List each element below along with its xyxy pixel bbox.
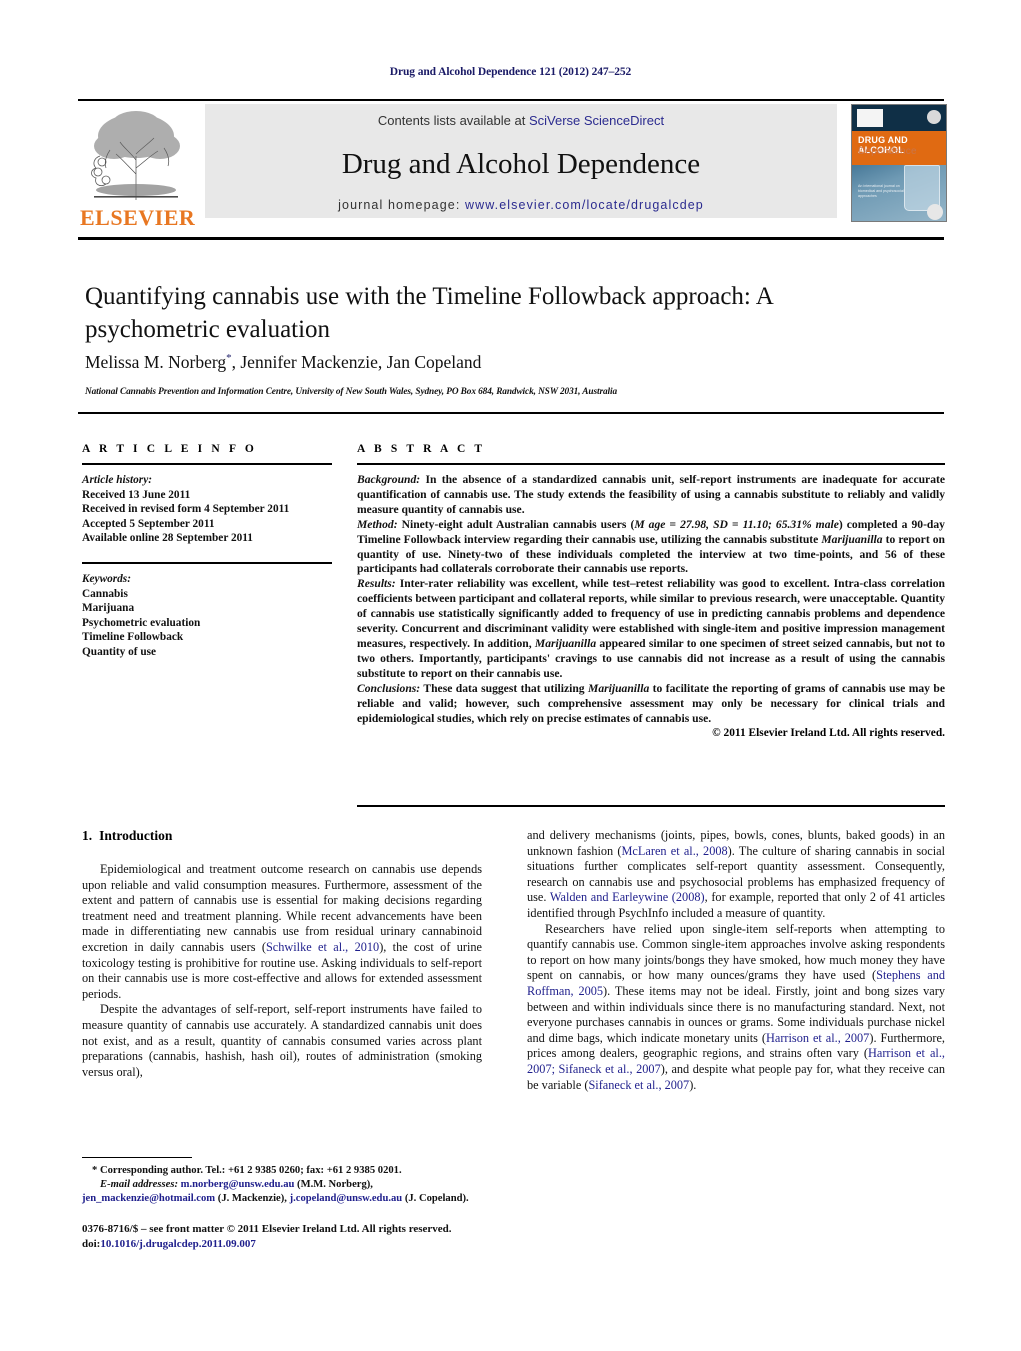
keywords-block: Keywords: Cannabis Marijuana Psychometri…	[82, 572, 332, 660]
email-link-2[interactable]: jen_mackenzie@hotmail.com	[82, 1193, 215, 1204]
keywords-label: Keywords:	[82, 572, 131, 585]
cover-elsevier-icon	[857, 109, 883, 127]
paragraph: Epidemiological and treatment outcome re…	[82, 862, 482, 1002]
paragraph: Researchers have relied upon single-item…	[527, 922, 945, 1094]
author-others: , Jennifer Mackenzie, Jan Copeland	[231, 352, 482, 372]
article-title: Quantifying cannabis use with the Timeli…	[85, 283, 773, 343]
email-link-3[interactable]: j.copeland@unsw.edu.au	[290, 1193, 403, 1204]
abstract-method-brand: Marijuanilla	[821, 532, 883, 546]
keyword-item: Timeline Followback	[82, 631, 184, 644]
cover-subtitle: Dependence	[858, 146, 917, 157]
imprint-line: 0376-8716/$ – see front matter © 2011 El…	[82, 1223, 452, 1235]
cover-bottom-badge-icon	[927, 204, 943, 220]
keywords-rule	[82, 561, 332, 564]
citation-link[interactable]: Sifaneck et al., 2007	[588, 1078, 689, 1092]
journal-cover-thumbnail: DRUG AND ALCOHOL Dependence An internati…	[851, 104, 947, 222]
history-item: Received 13 June 2011	[82, 488, 191, 501]
history-item: Received in revised form 4 September 201…	[82, 503, 290, 516]
doi-line: doi:10.1016/j.drugalcdep.2011.09.007	[82, 1237, 512, 1252]
keyword-item: Marijuana	[82, 602, 135, 615]
email-label: E-mail addresses:	[100, 1179, 178, 1190]
citation-link[interactable]: Schwilke et al., 2010	[266, 940, 379, 954]
history-item: Accepted 5 September 2011	[82, 517, 215, 530]
affiliation: National Cannabis Prevention and Informa…	[85, 387, 618, 397]
article-info-heading: A R T I C L E I N F O	[82, 443, 257, 455]
footnotes-block: * Corresponding author. Tel.: +61 2 9385…	[82, 1164, 482, 1206]
keyword-item: Psychometric evaluation	[82, 616, 201, 629]
email-link-1[interactable]: m.norberg@unsw.edu.au	[181, 1179, 295, 1190]
keyword-item: Cannabis	[82, 587, 128, 600]
citation-link[interactable]: McLaren et al., 2008	[621, 844, 727, 858]
author-corresponding: Melissa M. Norberg	[85, 352, 227, 372]
paragraph: Despite the advantages of self-report, s…	[82, 1002, 482, 1080]
title-bottom-rule	[78, 412, 944, 414]
imprint-block: 0376-8716/$ – see front matter © 2011 El…	[82, 1222, 512, 1251]
article-info-column: A R T I C L E I N F O Article history: R…	[82, 443, 332, 660]
email-note: E-mail addresses: m.norberg@unsw.edu.au …	[82, 1178, 482, 1192]
journal-homepage-link[interactable]: www.elsevier.com/locate/drugalcdep	[465, 198, 704, 212]
abstract-text: Background: In the absence of a standard…	[357, 473, 945, 726]
abstract-bottom-rule	[357, 805, 945, 807]
cover-small-text: An international journal on biomedical a…	[858, 184, 904, 198]
history-item: Available online 28 September 2011	[82, 532, 253, 545]
author-list: Melissa M. Norberg*, Jennifer Mackenzie,…	[85, 352, 885, 373]
abstract-rule	[357, 463, 945, 465]
article-history-label: Article history:	[82, 474, 152, 486]
section-title: Introduction	[99, 828, 173, 843]
doi-link[interactable]: 10.1016/j.drugalcdep.2011.09.007	[100, 1238, 256, 1250]
citation-link[interactable]: Harrison et al., 2007	[766, 1031, 869, 1045]
abstract-results-label: Results:	[357, 577, 396, 591]
abstract-method-text-1: Ninety-eight adult Australian cannabis u…	[397, 517, 635, 531]
paragraph: and delivery mechanisms (joints, pipes, …	[527, 828, 945, 922]
doi-label: doi:	[82, 1237, 101, 1250]
email-note-2: jen_mackenzie@hotmail.com (J. Mackenzie)…	[82, 1192, 482, 1206]
sciencedirect-link[interactable]: SciVerse ScienceDirect	[529, 113, 664, 128]
paragraph-text: Despite the advantages of self-report, s…	[82, 1002, 482, 1079]
email-name-2: (J. Mackenzie),	[215, 1193, 287, 1204]
elsevier-wordmark: ELSEVIER	[80, 205, 196, 230]
abstract-column: A B S T R A C T Background: In the absen…	[357, 443, 945, 739]
abstract-conclusions-brand: Marijuanilla	[588, 681, 650, 695]
abstract-results-brand: Marijuanilla	[534, 636, 597, 650]
email-name-3: (J. Copeland).	[402, 1193, 469, 1204]
journal-article-page: Drug and Alcohol Dependence 121 (2012) 2…	[0, 0, 1021, 1351]
running-head: Drug and Alcohol Dependence 121 (2012) 2…	[389, 66, 632, 78]
journal-homepage-line: journal homepage: www.elsevier.com/locat…	[205, 198, 837, 212]
paragraph-text: ).	[689, 1077, 697, 1092]
citation-link[interactable]: Walden and Earleywine (2008)	[550, 890, 705, 904]
abstract-method-stats: M age = 27.98, SD = 11.10; 65.31% male	[634, 517, 839, 531]
contents-prefix: Contents lists available at	[377, 113, 529, 128]
abstract-background-label: Background:	[357, 473, 421, 486]
section-number: 1.	[82, 828, 93, 843]
abstract-background-text: In the absence of a standardized cannabi…	[357, 473, 945, 516]
body-right-column: and delivery mechanisms (joints, pipes, …	[527, 828, 945, 1093]
article-history-block: Article history: Received 13 June 2011 R…	[82, 473, 332, 546]
article-info-rule	[82, 463, 332, 465]
header-top-rule	[78, 99, 944, 101]
contents-lists-line: Contents lists available at SciVerse Sci…	[205, 113, 837, 128]
footnote-rule	[82, 1157, 192, 1158]
section-heading-introduction: 1. Introduction	[82, 828, 482, 844]
email-name-1: (M.M. Norberg),	[294, 1179, 373, 1190]
abstract-heading: A B S T R A C T	[357, 443, 486, 455]
abstract-copyright: © 2011 Elsevier Ireland Ltd. All rights …	[712, 727, 945, 740]
body-left-column: 1. Introduction Epidemiological and treat…	[82, 828, 482, 1080]
homepage-prefix: journal homepage:	[338, 198, 465, 212]
header-bottom-rule	[78, 237, 944, 240]
keyword-item: Quantity of use	[82, 645, 157, 658]
corresponding-author-note: * Corresponding author. Tel.: +61 2 9385…	[92, 1165, 402, 1176]
abstract-method-label: Method:	[357, 517, 398, 531]
cover-badge-icon	[927, 110, 941, 124]
abstract-conclusions-text-1: These data suggest that utilizing	[420, 681, 589, 695]
journal-title: Drug and Alcohol Dependence	[341, 148, 701, 180]
abstract-conclusions-label: Conclusions:	[357, 681, 421, 695]
